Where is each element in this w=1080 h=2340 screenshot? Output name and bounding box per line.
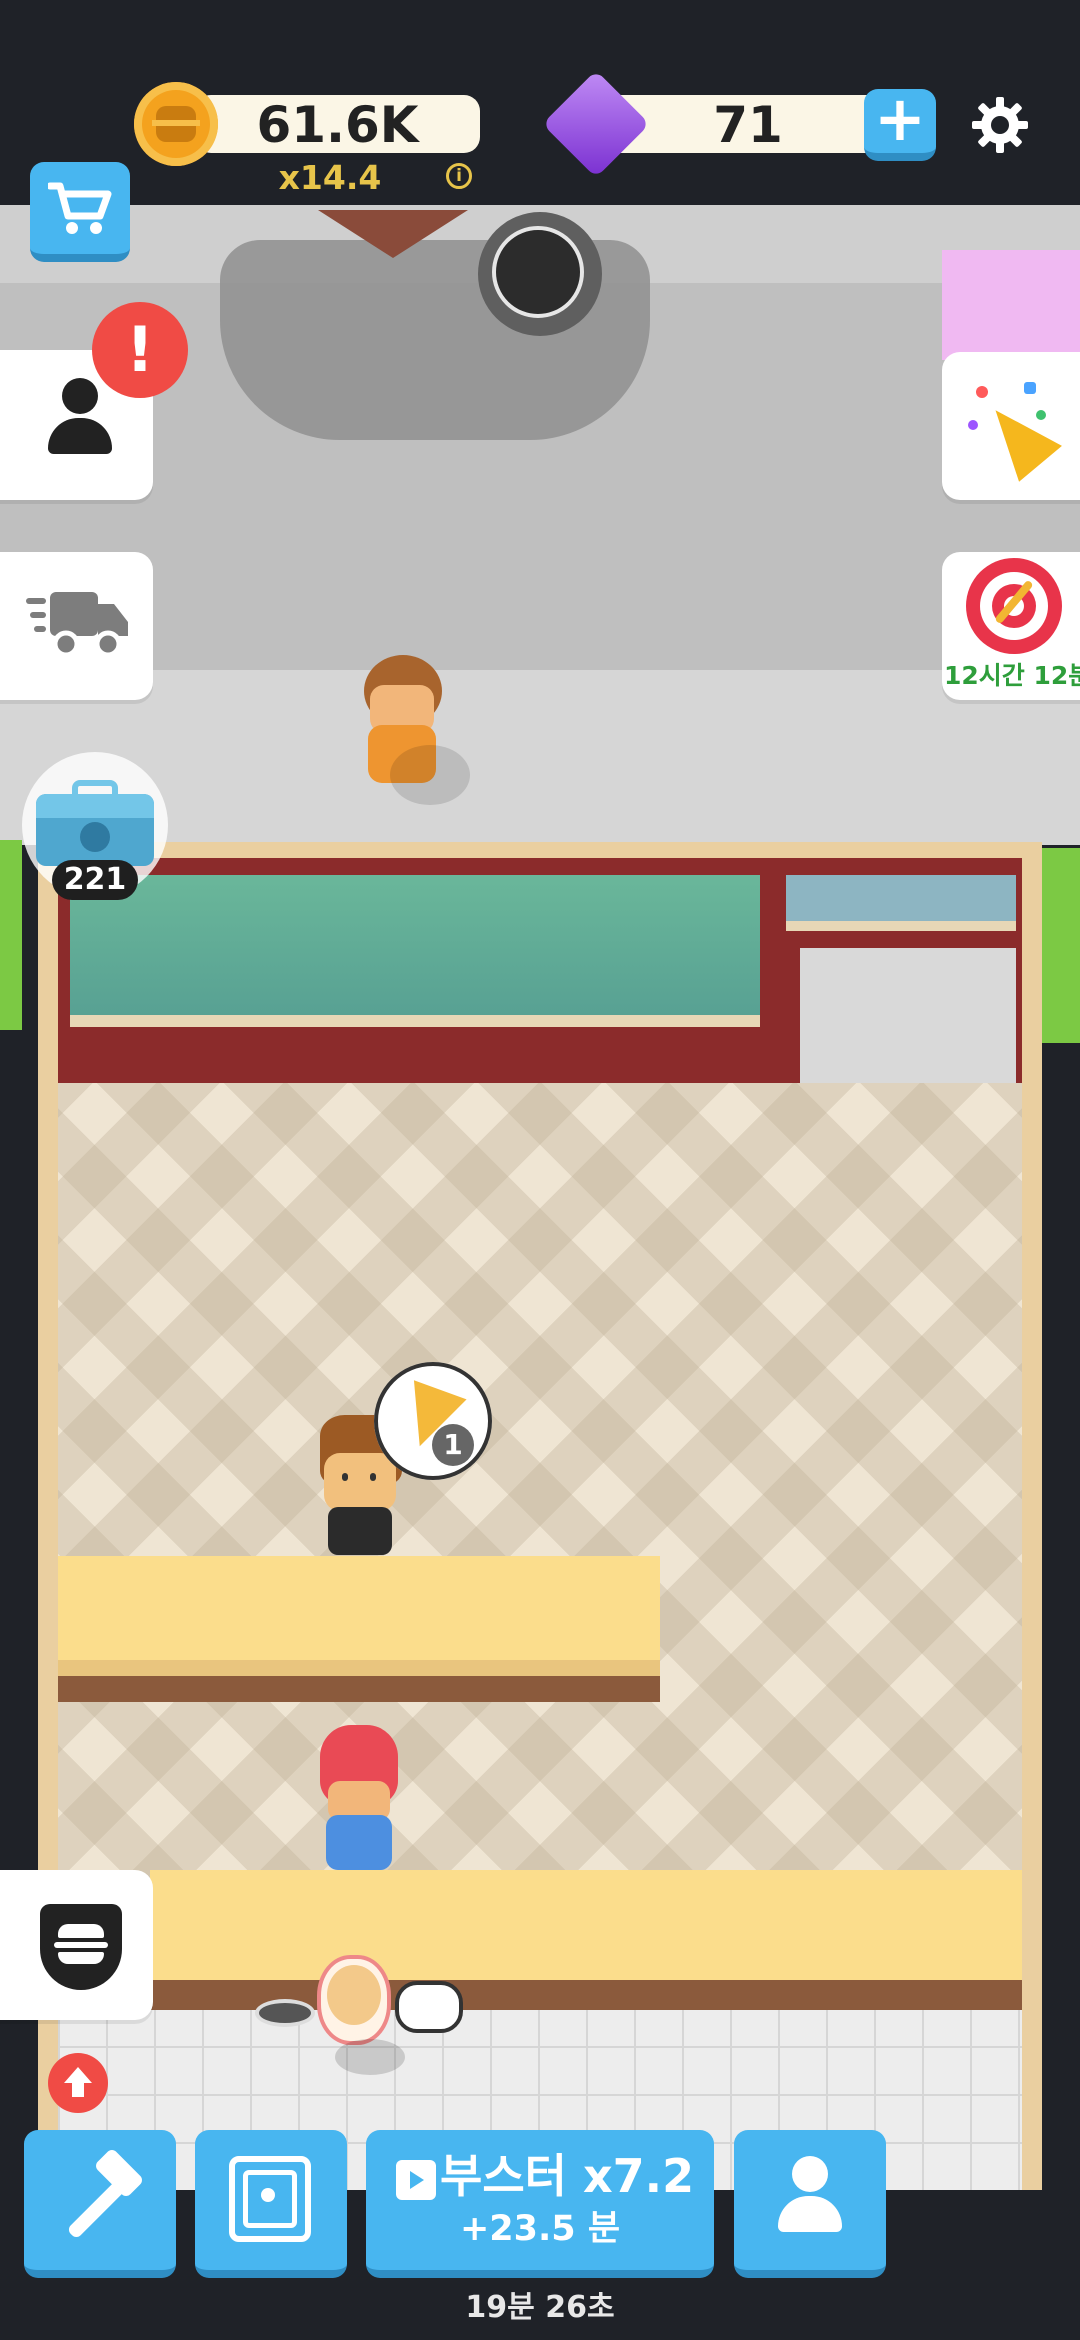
- shop-cart-button[interactable]: [30, 162, 130, 262]
- storage-chest-button[interactable]: 221: [22, 752, 168, 900]
- upgrade-arrow-badge[interactable]: [48, 2053, 108, 2113]
- party-event-button[interactable]: [942, 352, 1080, 500]
- build-hammer-button[interactable]: [24, 2130, 176, 2278]
- goals-target-button[interactable]: 12시간 12분: [942, 552, 1080, 700]
- video-ad-icon: [396, 2160, 436, 2200]
- goal-timer: 12시간 12분: [944, 661, 1080, 690]
- booster-label: 부스터 x7.2: [440, 2149, 695, 2203]
- coin-counter: 61.6K: [195, 95, 480, 154]
- coin-amount: 61.6K: [256, 96, 419, 154]
- person-icon: [778, 2156, 842, 2232]
- menu-burger-button[interactable]: [0, 1870, 153, 2020]
- booster-ad-button[interactable]: 부스터 x7.2 +23.5 분: [366, 2130, 714, 2278]
- side-window: [786, 875, 1016, 931]
- service-counter[interactable]: [58, 1556, 660, 1676]
- person-icon: [48, 378, 112, 454]
- profile-button[interactable]: [734, 2130, 886, 2278]
- roof-decoration: [318, 210, 468, 258]
- alert-badge: !: [92, 302, 188, 398]
- order-quantity: 1: [432, 1424, 474, 1466]
- service-counter-edge: [58, 1660, 660, 1676]
- cart-icon: [46, 180, 112, 236]
- hedge-right: [1040, 848, 1080, 1043]
- chest-icon: [36, 780, 154, 866]
- gear-icon[interactable]: [970, 95, 1030, 155]
- income-multiplier: x14.4: [278, 158, 382, 197]
- info-icon[interactable]: i: [446, 163, 472, 189]
- front-window: [70, 875, 760, 1027]
- manhole-cover: [492, 226, 584, 318]
- party-popper-icon: [964, 380, 1062, 482]
- cashier-worker[interactable]: [316, 1725, 406, 1870]
- vault-safe-button[interactable]: [195, 2130, 347, 2278]
- entrance-opening: [800, 948, 1016, 1083]
- safe-icon: [229, 2156, 311, 2242]
- hammer-icon: [56, 2147, 145, 2244]
- booster-timer: 19분 26초: [465, 2290, 615, 2325]
- service-counter-front: [58, 1676, 660, 1702]
- coin-icon: [134, 82, 218, 166]
- delivery-tab-button[interactable]: [0, 552, 153, 700]
- booster-duration: +23.5 분: [459, 2209, 621, 2249]
- add-gems-button[interactable]: +: [864, 83, 936, 161]
- storage-count: 221: [52, 860, 138, 900]
- burger-shield-icon: [40, 1904, 122, 1990]
- hedge-left: [0, 840, 22, 1030]
- order-bubble[interactable]: 1: [374, 1362, 492, 1480]
- customer-walking[interactable]: [360, 645, 470, 805]
- pink-building: [942, 250, 1080, 360]
- chef-character[interactable]: [255, 1955, 465, 2075]
- target-icon: [966, 558, 1062, 654]
- truck-icon: [26, 580, 130, 664]
